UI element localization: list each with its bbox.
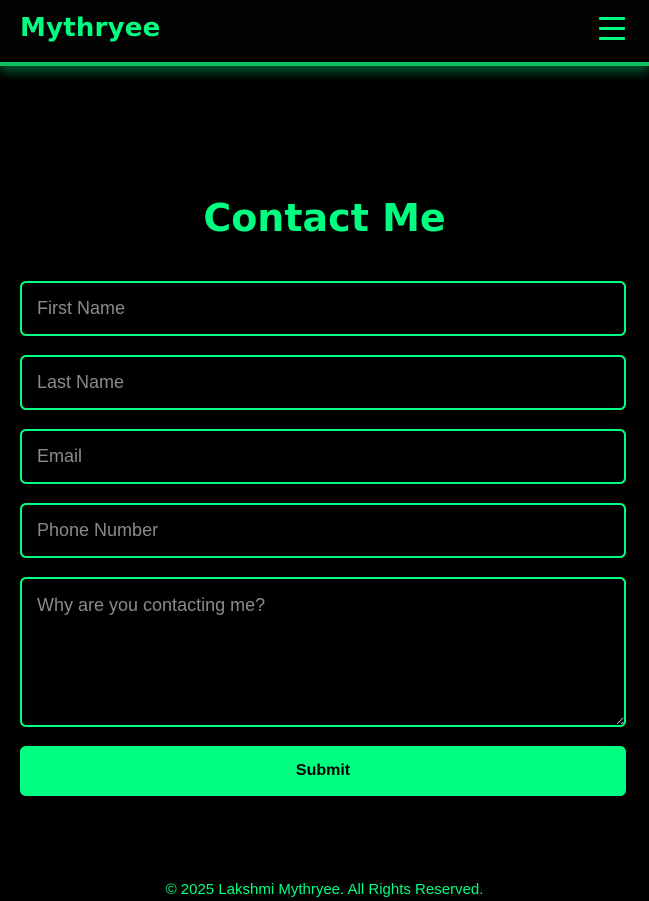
phone-number-input[interactable] — [20, 503, 626, 558]
email-input[interactable] — [20, 429, 626, 484]
contact-page: Mythryee Contact Me Submit © 2025 Lakshm… — [0, 0, 649, 901]
brand-logo-text[interactable]: Mythryee — [20, 13, 160, 43]
first-name-input[interactable] — [20, 281, 626, 336]
submit-button[interactable]: Submit — [20, 746, 626, 796]
menu-bar — [599, 37, 625, 40]
page-title: Contact Me — [203, 196, 446, 240]
hamburger-menu-icon[interactable] — [599, 14, 625, 42]
message-textarea[interactable] — [20, 577, 626, 727]
contact-form: Submit — [20, 281, 626, 796]
site-header: Mythryee — [0, 0, 649, 66]
copyright-footer: © 2025 Lakshmi Mythryee. All Rights Rese… — [165, 881, 484, 898]
menu-bar — [599, 27, 625, 30]
last-name-input[interactable] — [20, 355, 626, 410]
menu-bar — [599, 17, 625, 20]
